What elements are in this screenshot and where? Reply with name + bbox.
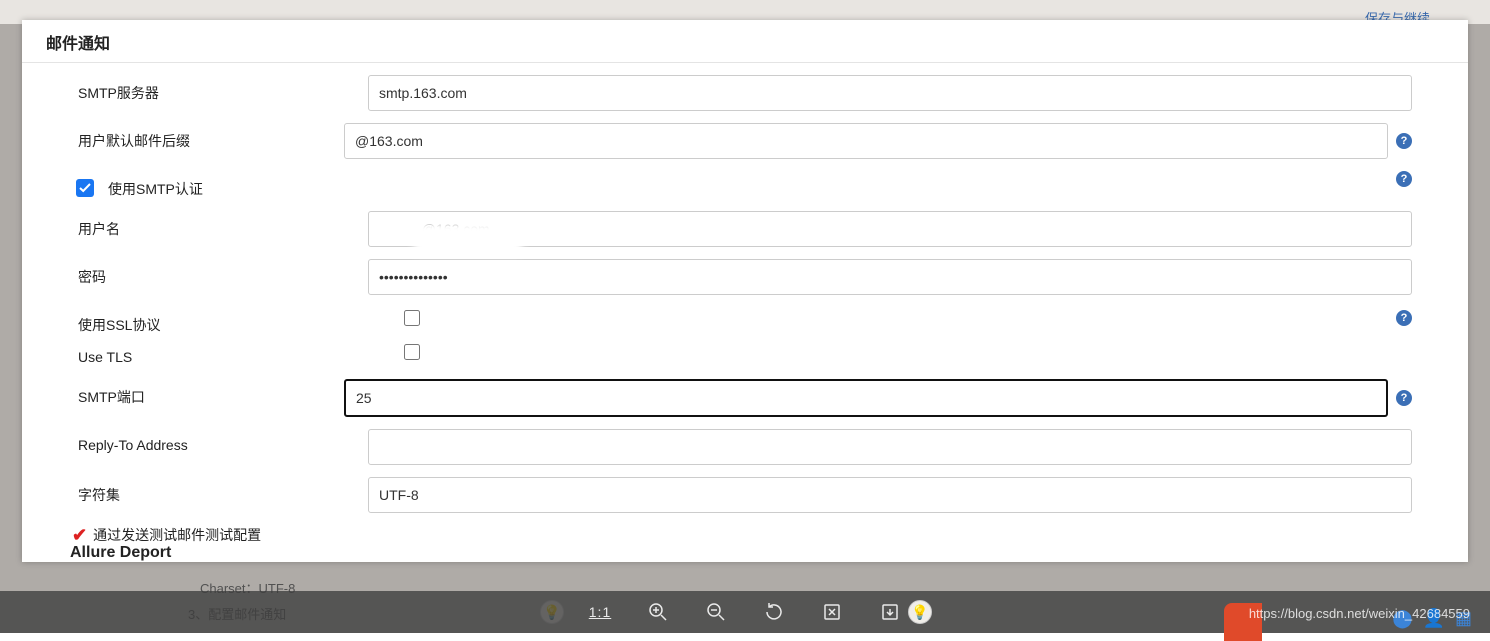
next-section-title: Allure Deport: [70, 544, 171, 562]
corner-icons: ⬤ 👤 ▦: [1392, 608, 1472, 629]
rotate-icon[interactable]: [763, 601, 785, 623]
test-email-link[interactable]: 通过发送测试邮件测试配置: [93, 525, 261, 545]
corner-icon[interactable]: ⬤: [1392, 608, 1412, 629]
use-ssl-checkbox[interactable]: [404, 310, 420, 326]
reply-to-input[interactable]: [368, 429, 1412, 465]
form: SMTP服务器 用户默认邮件后缀 使用SMTP认证: [22, 63, 1468, 559]
corner-badge: [1224, 603, 1262, 641]
charset-label: 字符集: [78, 485, 120, 505]
use-tls-checkbox[interactable]: [404, 344, 420, 360]
save-image-icon[interactable]: [879, 601, 901, 623]
reply-to-label: Reply-To Address: [78, 437, 188, 453]
username-input[interactable]: [368, 211, 1412, 247]
use-tls-label: Use TLS: [78, 349, 132, 365]
zoom-in-icon[interactable]: [647, 601, 669, 623]
username-label: 用户名: [78, 219, 120, 239]
zoom-out-icon[interactable]: [705, 601, 727, 623]
corner-icon[interactable]: ▦: [1455, 608, 1472, 629]
corner-icon[interactable]: 👤: [1423, 608, 1445, 629]
redacted-area: [418, 226, 518, 250]
image-toolbar: 1:1: [0, 591, 1490, 633]
smtp-port-input[interactable]: [344, 379, 1388, 417]
smtp-port-label: SMTP端口: [78, 387, 145, 407]
help-icon[interactable]: [1396, 171, 1412, 187]
crop-icon[interactable]: [821, 601, 843, 623]
use-smtp-auth-label: 使用SMTP认证: [108, 179, 203, 199]
password-input[interactable]: [368, 259, 1412, 295]
help-icon[interactable]: [1396, 133, 1412, 149]
charset-input[interactable]: [368, 477, 1412, 513]
help-icon[interactable]: [1396, 390, 1412, 406]
default-suffix-input[interactable]: [344, 123, 1388, 159]
email-config-panel: 邮件通知 SMTP服务器 用户默认邮件后缀 使用SMTP认证: [22, 20, 1468, 562]
password-label: 密码: [78, 267, 106, 287]
section-title: 邮件通知: [22, 20, 1468, 62]
smtp-server-label: SMTP服务器: [78, 83, 159, 103]
use-ssl-label: 使用SSL协议: [78, 315, 160, 335]
help-icon[interactable]: [1396, 310, 1412, 326]
bulb-icon[interactable]: 💡: [908, 600, 932, 624]
use-smtp-auth-checkbox[interactable]: [76, 179, 94, 197]
checkmark-icon: ✔: [72, 525, 87, 546]
default-suffix-label: 用户默认邮件后缀: [78, 131, 190, 151]
scale-1to1-icon[interactable]: 1:1: [589, 601, 611, 623]
smtp-server-input[interactable]: [368, 75, 1412, 111]
